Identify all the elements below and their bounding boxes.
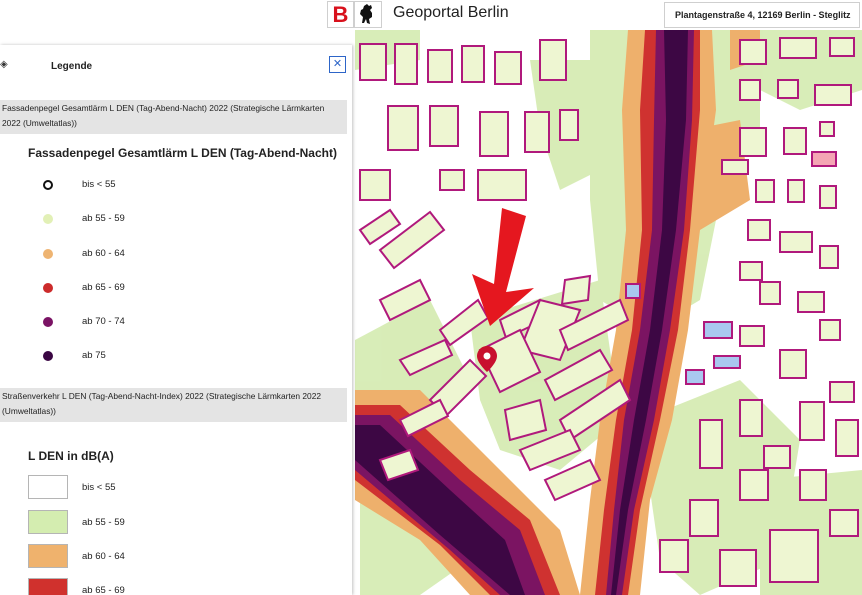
legend-item-label: ab 55 - 59: [82, 213, 125, 224]
legend-heading-ldec: L DEN in dB(A): [28, 449, 114, 463]
legend-item: bis < 55: [0, 475, 340, 501]
legend-item: ab 75: [0, 348, 340, 364]
legend-dot: [43, 317, 53, 327]
legend-item-label: ab 75: [82, 350, 106, 361]
legend-item: ab 70 - 74: [0, 314, 340, 330]
legend-swatch: [28, 544, 68, 568]
berlin-bear-icon[interactable]: [354, 1, 382, 28]
legend-dot: [43, 249, 53, 259]
layers-icon: ◈: [0, 59, 8, 70]
legend-section-header-traffic[interactable]: Straßenverkehr L DEN (Tag-Abend-Nacht-In…: [0, 388, 347, 422]
close-legend-button[interactable]: ✕: [329, 56, 346, 73]
legend-item-label: ab 70 - 74: [82, 316, 125, 327]
legend-item-label: ab 60 - 64: [82, 248, 125, 259]
legend-panel: ◈ Legende ✕ Fassadenpegel Gesamtlärm L D…: [0, 45, 352, 595]
legend-heading-facade: Fassadenpegel Gesamtlärm L DEN (Tag-Aben…: [28, 146, 337, 160]
legend-item-label: bis < 55: [82, 179, 116, 190]
legend-item: ab 60 - 64: [0, 246, 340, 262]
legend-swatch: [28, 475, 68, 499]
legend-item: ab 55 - 59: [0, 510, 340, 536]
legend-dot: [43, 283, 53, 293]
legend-item-label: ab 60 - 64: [82, 551, 125, 562]
legend-item-label: ab 65 - 69: [82, 585, 125, 595]
legend-swatch: [28, 510, 68, 534]
address-search-field[interactable]: Plantagenstraße 4, 12169 Berlin - Stegli…: [664, 2, 860, 28]
legend-section-header-facade[interactable]: Fassadenpegel Gesamtlärm L DEN (Tag-Aben…: [0, 100, 347, 134]
legend-item: ab 65 - 69: [0, 280, 340, 296]
berlin-logo-letter[interactable]: B: [327, 1, 354, 28]
legend-item: ab 65 - 69: [0, 578, 340, 595]
legend-item-label: bis < 55: [82, 482, 116, 493]
legend-header: ◈ Legende ✕: [0, 45, 352, 87]
legend-item-label: ab 65 - 69: [82, 282, 125, 293]
legend-dot: [43, 351, 53, 361]
legend-title: Legende: [51, 61, 93, 72]
top-header: B Geoportal Berlin Plantagenstraße 4, 12…: [0, 0, 862, 30]
legend-dot: [43, 180, 53, 190]
legend-item: ab 55 - 59: [0, 211, 340, 227]
legend-item: bis < 55: [0, 177, 340, 193]
legend-item-label: ab 55 - 59: [82, 517, 125, 528]
legend-item: ab 60 - 64: [0, 544, 340, 570]
app-title: Geoportal Berlin: [393, 4, 509, 21]
legend-swatch: [28, 578, 68, 595]
legend-dot: [43, 214, 53, 224]
